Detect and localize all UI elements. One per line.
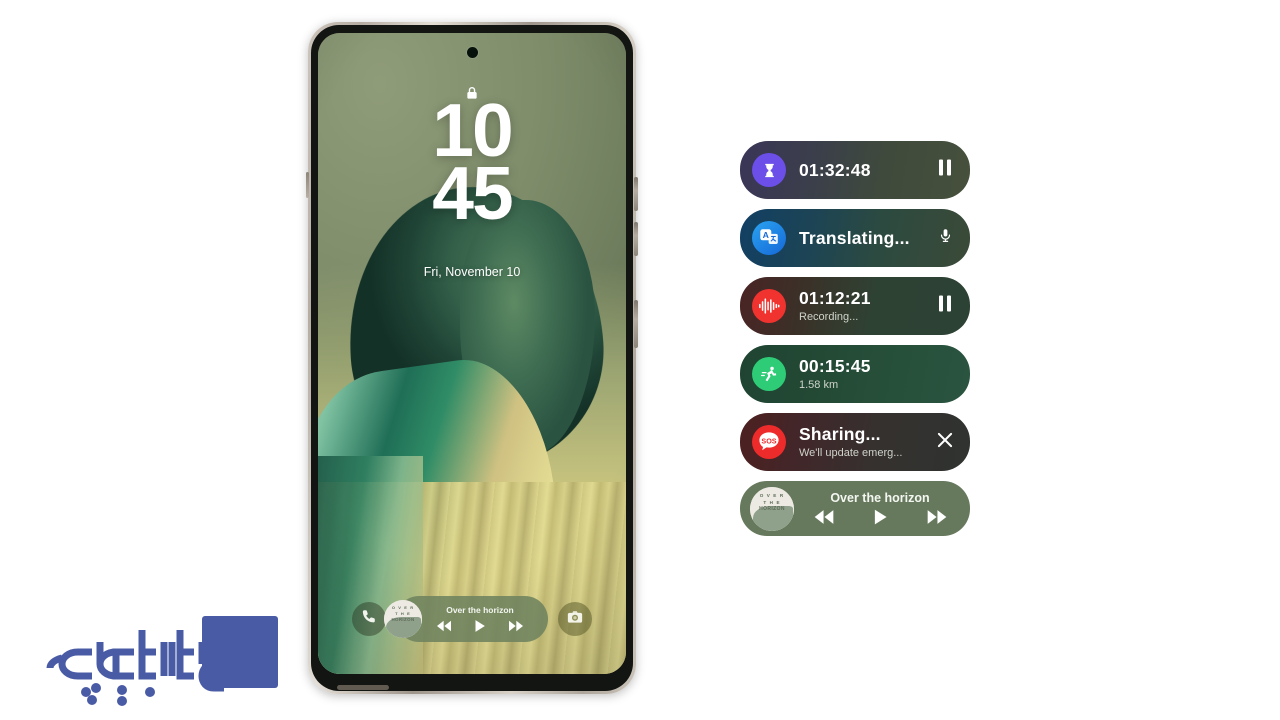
play-icon[interactable]	[873, 508, 888, 526]
translate-status: Translating...	[799, 227, 910, 248]
live-widget-timer[interactable]: 01:32:48	[740, 141, 970, 199]
clock-minutes: 45	[432, 150, 513, 235]
live-widget-translate[interactable]: A Translating...	[740, 209, 970, 267]
live-notifications-list: 01:32:48 A Translating... 01:12:21 Recor…	[740, 141, 970, 546]
album-art-text: O V E R T H E HORIZON	[750, 493, 794, 514]
album-art: O V E R T H E HORIZON	[750, 486, 794, 531]
hourglass-icon	[752, 153, 786, 187]
pause-icon	[938, 159, 952, 181]
translate-text: Translating...	[799, 227, 934, 248]
music-player-body: Over the horizon	[800, 491, 960, 526]
volume-up-key[interactable]	[634, 177, 638, 211]
close-button[interactable]	[934, 431, 956, 453]
translate-icon: A	[752, 221, 786, 255]
recorder-elapsed: 01:12:21	[799, 288, 871, 309]
now-playing-title: Over the horizon	[830, 491, 930, 505]
rewind-icon[interactable]	[436, 620, 452, 632]
media-controls	[813, 508, 948, 526]
recorder-status: Recording...	[799, 310, 859, 323]
close-icon	[936, 431, 954, 454]
fast-forward-icon[interactable]	[926, 509, 948, 525]
farnama-logo	[26, 612, 278, 708]
album-art-line-2: T H E	[763, 499, 781, 505]
pause-icon	[938, 295, 952, 317]
album-art-line-1: O V E R	[759, 492, 785, 498]
now-playing-title: Over the horizon	[446, 605, 514, 615]
running-person-icon	[752, 357, 786, 391]
album-art-line-3: HORIZON	[391, 617, 415, 623]
microphone-icon	[938, 226, 953, 250]
album-art: O V E R T H E HORIZON	[384, 600, 422, 638]
phone-icon	[361, 608, 378, 630]
front-camera	[466, 47, 478, 58]
live-widget-music-player[interactable]: O V E R T H E HORIZON Over the horizon	[740, 481, 970, 536]
camera-icon	[566, 608, 584, 631]
timer-elapsed: 01:32:48	[799, 159, 871, 180]
timer-text: 01:32:48	[799, 159, 934, 180]
media-controls	[436, 619, 524, 633]
sharing-status: Sharing...	[799, 424, 881, 445]
pause-button[interactable]	[934, 295, 956, 317]
sos-glyph: SOS	[761, 436, 776, 445]
phone-screen[interactable]: 10 45 Fri, November 10 O V E R T H E HOR…	[318, 33, 626, 674]
volume-down-key[interactable]	[634, 222, 638, 256]
lockscreen-music-player[interactable]: O V E R T H E HORIZON Over the horizon	[384, 596, 548, 642]
live-widget-emergency-sharing[interactable]: SOS Sharing... We'll update emerg...	[740, 413, 970, 471]
power-key[interactable]	[634, 300, 638, 348]
speaker-grille	[337, 685, 389, 690]
lock-screen-date: Fri, November 10	[423, 265, 521, 279]
phone-left-notch	[306, 172, 309, 198]
sharing-detail: We'll update emerg...	[799, 446, 903, 459]
svg-text:A: A	[763, 230, 770, 240]
sos-icon: SOS	[752, 425, 786, 459]
phone-mockup: 10 45 Fri, November 10 O V E R T H E HOR…	[306, 22, 638, 694]
microphone-button[interactable]	[934, 227, 956, 249]
camera-shortcut[interactable]	[558, 602, 592, 636]
play-icon[interactable]	[474, 619, 486, 633]
live-widget-running[interactable]: 00:15:45 1.58 km	[740, 345, 970, 403]
phone-bezel: 10 45 Fri, November 10 O V E R T H E HOR…	[311, 25, 633, 691]
running-distance: 1.58 km	[799, 378, 839, 391]
phone-frame: 10 45 Fri, November 10 O V E R T H E HOR…	[306, 22, 638, 694]
waveform-icon	[752, 289, 786, 323]
phone-shortcut[interactable]	[352, 602, 386, 636]
running-elapsed: 00:15:45	[799, 356, 871, 377]
recorder-text: 01:12:21 Recording...	[799, 288, 934, 323]
running-text: 00:15:45 1.58 km	[799, 356, 956, 391]
pause-button[interactable]	[934, 159, 956, 181]
album-art-line-3: HORIZON	[759, 506, 785, 513]
fast-forward-icon[interactable]	[508, 620, 524, 632]
sharing-text: Sharing... We'll update emerg...	[799, 424, 934, 459]
lock-screen-clock: 10 45	[318, 93, 626, 235]
live-widget-voice-recorder[interactable]: 01:12:21 Recording...	[740, 277, 970, 335]
rewind-icon[interactable]	[813, 509, 835, 525]
logo-wordmark	[46, 626, 276, 706]
album-art-text: O V E R T H E HORIZON	[384, 605, 422, 624]
